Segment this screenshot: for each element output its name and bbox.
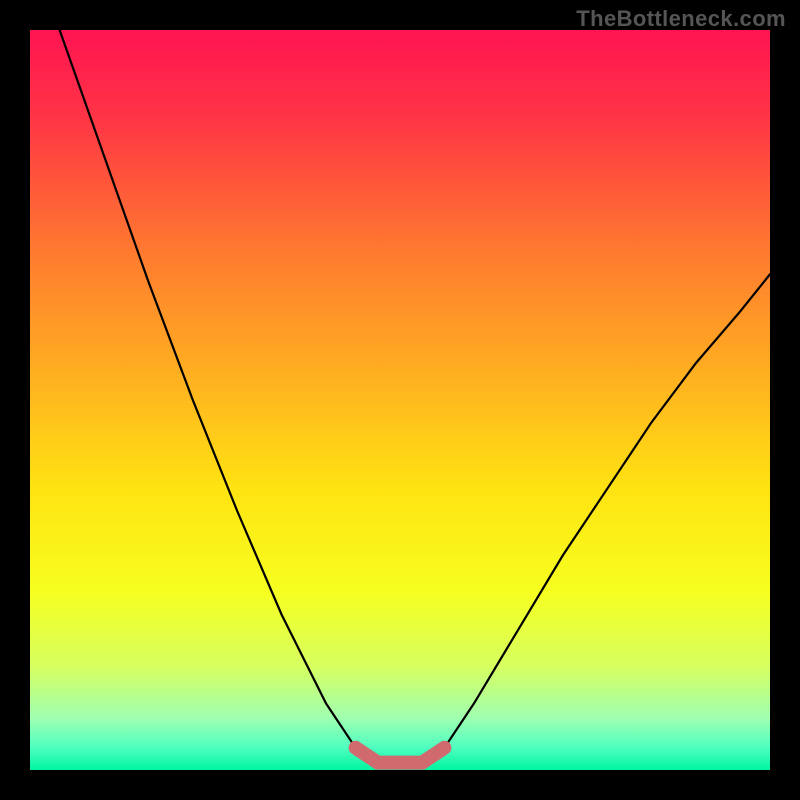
chart-background: [30, 30, 770, 770]
chart-frame: [30, 30, 770, 770]
bottleneck-chart: [30, 30, 770, 770]
watermark-text: TheBottleneck.com: [576, 6, 786, 32]
